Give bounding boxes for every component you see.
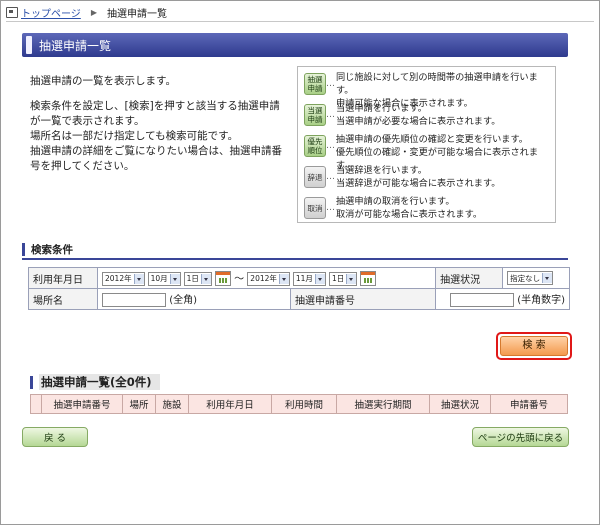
chevron-down-icon [200, 273, 211, 284]
legend-dots: … [326, 172, 335, 182]
chevron-down-icon [278, 273, 289, 284]
breadcrumb-current: 抽選申請一覧 [106, 8, 167, 20]
legend-text: 当選辞退を行います。 当選辞退が可能な場合に表示されます。 [336, 165, 501, 189]
winning-apply-sample-button: 当選 申請 [304, 104, 326, 126]
search-button-label: 検 索 [500, 336, 568, 356]
chevron-down-icon [346, 273, 357, 284]
range-tilde: 〜 [234, 273, 245, 285]
results-table: 抽選申請番号 場所 施設 利用年月日 利用時間 抽選実行期間 抽選状況 申請番号 [30, 394, 568, 414]
column-header: 抽選申請番号 [41, 394, 123, 414]
list-heading: 抽選申請一覧(全0件) [30, 374, 160, 390]
column-header: 申請番号 [490, 394, 568, 414]
place-label: 場所名 [28, 288, 98, 310]
page-title-text: 抽選申請一覧 [39, 38, 112, 53]
decline-sample-button: 辞退 [304, 166, 326, 188]
breadcrumb-home-link[interactable]: トップページ [21, 5, 81, 20]
legend-text: 抽選申請の取消を行います。 取消が可能な場合に表示されます。 [336, 196, 483, 220]
breadcrumb: トップページ ▶ 抽選申請一覧 [6, 3, 594, 22]
column-header: 抽選実行期間 [336, 394, 430, 414]
description-detail: 検索条件を設定し、[検索]を押すと該当する抽選申請が一覧で表示されます。 場所名… [30, 100, 282, 172]
chevron-down-icon [169, 273, 180, 284]
search-section-heading: 検索条件 [22, 241, 568, 260]
place-name-input[interactable] [102, 293, 166, 307]
section-marker-icon [22, 243, 25, 256]
to-year-select[interactable]: 2012年 [247, 271, 290, 286]
priority-sample-button: 優先 順位 [304, 135, 326, 157]
chevron-down-icon [133, 273, 144, 284]
chevron-down-icon [314, 273, 325, 284]
status-label: 抽選状況 [435, 267, 504, 289]
legend-row-priority: 優先 順位 … 抽選申請の優先順位の確認と変更を行います。 優先順位の確認・変更が可… [304, 133, 555, 171]
from-year-select[interactable]: 2012年 [102, 271, 145, 286]
application-number-input[interactable] [450, 293, 514, 307]
lottery-apply-sample-button: 抽選 申請 [304, 73, 326, 95]
back-button[interactable]: 戻 る [22, 427, 88, 447]
description: 抽選申請の一覧を表示します。 検索条件を設定し、[検索]を押すと該当する抽選申請… [30, 74, 286, 184]
status-cell: 指定なし [502, 267, 570, 289]
date-range-cell: 2012年 10月 1日 〜 2012年 11月 1日 [96, 267, 437, 289]
to-day-select[interactable]: 1日 [328, 271, 358, 286]
cancel-sample-button: 取消 [304, 197, 326, 219]
place-hint: (全角) [169, 295, 197, 306]
column-header: 利用時間 [271, 394, 337, 414]
legend-dots: … [326, 110, 335, 120]
legend-row-lottery-apply: 抽選 申請 … 同じ施設に対して別の時間帯の抽選申請を行います。 申請可能な場合に表… [304, 71, 555, 109]
legend-text: 当選申請を行います。 当選申請が必要な場合に表示されます。 [336, 103, 501, 127]
legend-dots: … [325, 79, 335, 89]
column-header: 抽選状況 [429, 394, 491, 414]
search-button[interactable]: 検 索 [496, 332, 572, 360]
chevron-down-icon [542, 273, 553, 283]
legend-dots: … [325, 141, 335, 151]
button-legend: 抽選 申請 … 同じ施設に対して別の時間帯の抽選申請を行います。 申請可能な場合に表… [297, 66, 556, 223]
description-intro: 抽選申請の一覧を表示します。 [30, 75, 176, 87]
place-cell: (全角) [97, 288, 291, 310]
calendar-icon[interactable] [360, 271, 377, 287]
status-select[interactable]: 指定なし [507, 271, 554, 285]
column-header: 利用年月日 [188, 394, 272, 414]
number-hint: (半角数字) [517, 295, 565, 306]
to-month-select[interactable]: 11月 [292, 271, 326, 286]
column-header: 場所 [122, 394, 156, 414]
table-header-row: 抽選申請番号 場所 施設 利用年月日 利用時間 抽選実行期間 抽選状況 申請番号 [30, 394, 568, 414]
number-label: 抽選申請番号 [289, 288, 437, 310]
column-header: 施設 [155, 394, 189, 414]
breadcrumb-separator-icon: ▶ [90, 7, 97, 17]
page-title: 抽選申請一覧 [22, 33, 568, 57]
search-conditions-table: 利用年月日 2012年 10月 1日 〜 2012年 11月 1日 抽選状況 指定なし … [28, 267, 570, 310]
section-marker-icon [30, 375, 33, 389]
legend-dots: … [326, 203, 335, 213]
column-header [30, 394, 42, 414]
legend-row-cancel: 取消 … 抽選申請の取消を行います。 取消が可能な場合に表示されます。 [304, 195, 555, 226]
date-label: 利用年月日 [28, 267, 98, 289]
list-title-text: 抽選申請一覧(全0件) [39, 374, 160, 390]
from-month-select[interactable]: 10月 [147, 271, 181, 286]
page-top-button[interactable]: ページの先頭に戻る [472, 427, 569, 447]
number-cell: (半角数字) [435, 288, 570, 310]
calendar-icon[interactable] [214, 271, 231, 287]
from-day-select[interactable]: 1日 [183, 271, 212, 286]
title-marker-icon [26, 36, 32, 54]
home-icon [6, 6, 18, 18]
